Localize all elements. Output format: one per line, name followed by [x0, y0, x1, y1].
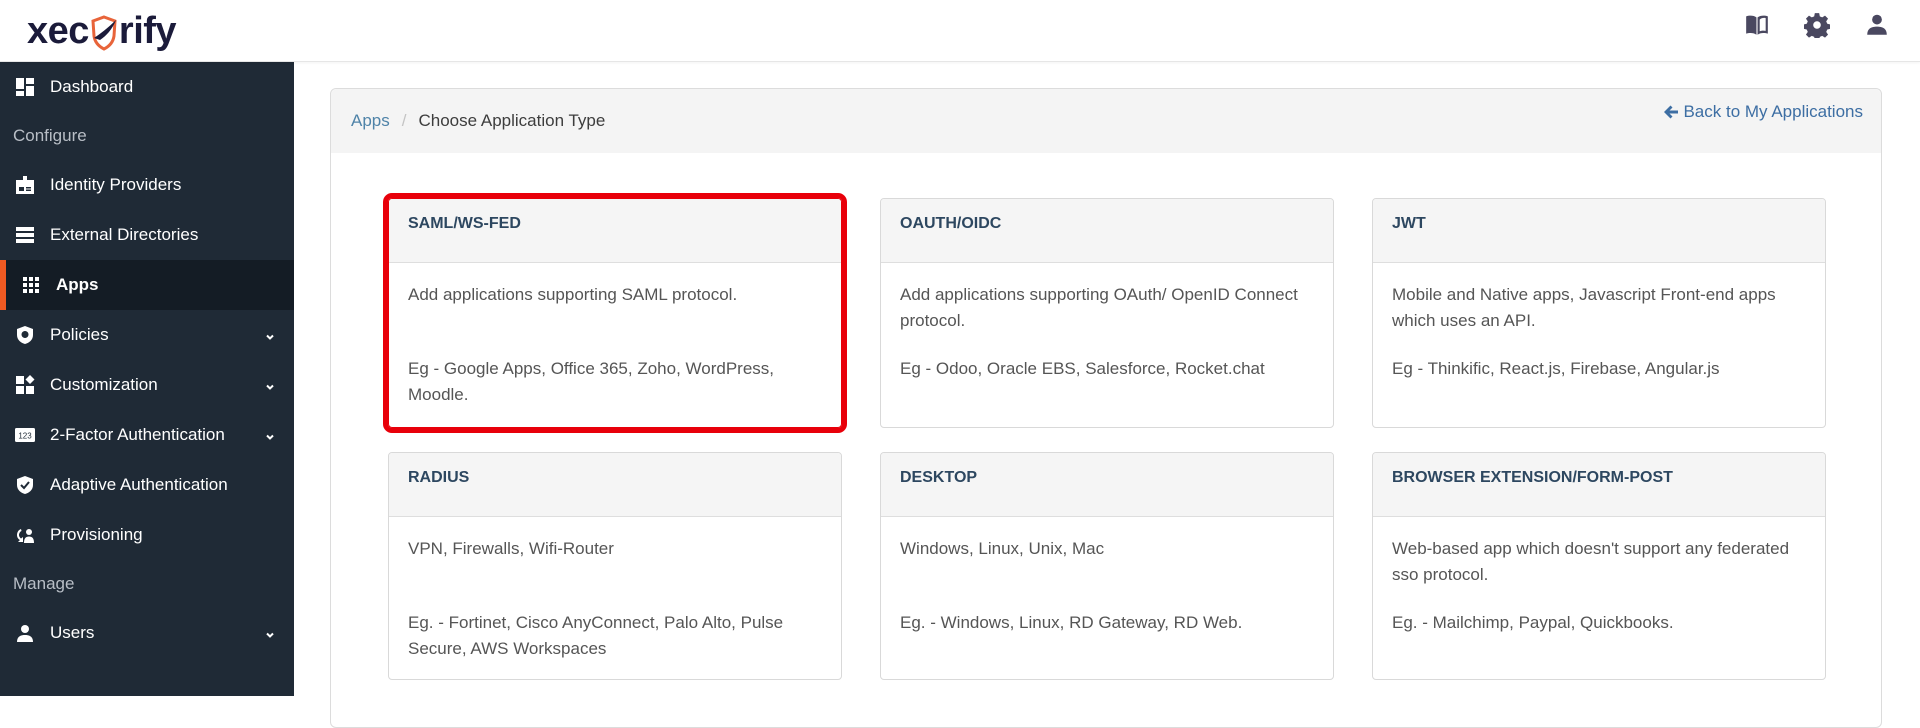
card-description: Windows, Linux, Unix, Mac	[900, 539, 1105, 558]
customize-icon	[14, 374, 36, 396]
choose-app-type-panel: Apps / Choose Application Type Back to M…	[330, 88, 1882, 728]
card-title: JWT	[1373, 199, 1825, 263]
svg-text:123: 123	[18, 432, 32, 441]
app-type-card-browser-extension[interactable]: BROWSER EXTENSION/FORM-POST Web-based ap…	[1372, 452, 1826, 680]
user-icon[interactable]	[1864, 12, 1890, 38]
card-title: BROWSER EXTENSION/FORM-POST	[1373, 453, 1825, 517]
server-icon	[14, 224, 36, 246]
card-description: VPN, Firewalls, Wifi-Router	[408, 539, 614, 558]
sidebar-item-policies[interactable]: Policies	[0, 310, 294, 360]
logo-text-start: xec	[27, 9, 89, 52]
sidebar-item-label: Customization	[50, 375, 158, 394]
card-examples: Eg - Google Apps, Office 365, Zoho, Word…	[408, 359, 775, 404]
book-icon[interactable]	[1744, 12, 1770, 38]
card-title: DESKTOP	[881, 453, 1333, 517]
main-content: Apps / Choose Application Type Back to M…	[294, 62, 1920, 728]
shield-check-icon	[14, 474, 36, 496]
sidebar-item-label: Policies	[50, 325, 109, 344]
logo-shield-icon	[90, 14, 118, 52]
user-sync-icon	[14, 524, 36, 546]
gear-icon[interactable]	[1804, 12, 1830, 38]
sidebar-item-customization[interactable]: Customization	[0, 360, 294, 410]
card-examples: Eg. - Windows, Linux, RD Gateway, RD Web…	[900, 613, 1243, 632]
sidebar-item-external-directories[interactable]: External Directories	[0, 210, 294, 260]
breadcrumb-apps-link[interactable]: Apps	[351, 111, 390, 131]
sidebar-item-label: Identity Providers	[50, 175, 182, 194]
shield-search-icon	[14, 324, 36, 346]
card-description: Add applications supporting OAuth/ OpenI…	[900, 285, 1298, 330]
sidebar: Dashboard Configure Identity Providers E…	[0, 62, 294, 696]
card-examples: Eg - Odoo, Oracle EBS, Salesforce, Rocke…	[900, 359, 1265, 378]
sidebar-item-label: Provisioning	[50, 525, 143, 544]
breadcrumb-current: Choose Application Type	[418, 111, 606, 130]
back-to-my-applications-link[interactable]: Back to My Applications	[1663, 102, 1863, 122]
sidebar-section-configure: Configure	[13, 126, 87, 145]
sidebar-item-2fa[interactable]: 123 2-Factor Authentication	[0, 410, 294, 460]
card-description: Add applications supporting SAML protoco…	[408, 285, 738, 304]
sidebar-item-label: Dashboard	[50, 77, 134, 96]
card-title: RADIUS	[389, 453, 841, 517]
sidebar-item-label: Apps	[56, 275, 99, 294]
sidebar-item-provisioning[interactable]: Provisioning	[0, 510, 294, 560]
top-header: xec rify	[0, 0, 1920, 62]
sidebar-item-label: 2-Factor Authentication	[50, 425, 225, 444]
card-description: Web-based app which doesn't support any …	[1392, 539, 1790, 584]
sidebar-item-label: External Directories	[50, 225, 199, 244]
user-icon	[14, 622, 36, 644]
sidebar-item-identity-providers[interactable]: Identity Providers	[0, 160, 294, 210]
numbers-123-icon: 123	[14, 424, 36, 446]
app-type-card-jwt[interactable]: JWT Mobile and Native apps, Javascript F…	[1372, 198, 1826, 428]
sidebar-item-label: Adaptive Authentication	[50, 475, 228, 494]
grid-icon	[20, 274, 42, 296]
dashboard-icon	[14, 76, 36, 98]
panel-header: Apps / Choose Application Type Back to M…	[331, 89, 1881, 153]
arrow-left-icon	[1664, 105, 1679, 119]
sidebar-item-adaptive-authentication[interactable]: Adaptive Authentication	[0, 460, 294, 510]
back-link-label: Back to My Applications	[1683, 102, 1863, 121]
breadcrumb-separator: /	[401, 111, 407, 130]
chevron-down-icon[interactable]	[264, 378, 276, 390]
card-examples: Eg. - Fortinet, Cisco AnyConnect, Palo A…	[408, 613, 784, 658]
chevron-down-icon[interactable]	[264, 428, 276, 440]
sidebar-item-apps[interactable]: Apps	[0, 260, 294, 310]
logo-text-end: rify	[118, 9, 177, 52]
card-title: SAML/WS-FED	[389, 199, 841, 263]
breadcrumb: Apps / Choose Application Type	[351, 111, 605, 131]
xecorify-logo[interactable]: xec rify	[27, 8, 177, 54]
sidebar-item-users[interactable]: Users	[0, 608, 294, 658]
chevron-down-icon[interactable]	[264, 626, 276, 638]
app-type-card-saml[interactable]: SAML/WS-FED Add applications supporting …	[383, 193, 847, 433]
card-title: OAUTH/OIDC	[881, 199, 1333, 263]
card-examples: Eg. - Mailchimp, Paypal, Quickbooks.	[1392, 613, 1674, 632]
app-type-card-radius[interactable]: RADIUS VPN, Firewalls, Wifi-Router Eg. -…	[388, 452, 842, 680]
id-badge-icon	[14, 174, 36, 196]
app-type-card-oauth[interactable]: OAUTH/OIDC Add applications supporting O…	[880, 198, 1334, 428]
sidebar-section-manage: Manage	[13, 574, 75, 593]
sidebar-item-dashboard[interactable]: Dashboard	[0, 62, 294, 112]
card-examples: Eg - Thinkific, React.js, Firebase, Angu…	[1392, 359, 1720, 378]
app-type-card-desktop[interactable]: DESKTOP Windows, Linux, Unix, Mac Eg. - …	[880, 452, 1334, 680]
card-description: Mobile and Native apps, Javascript Front…	[1392, 285, 1776, 330]
chevron-down-icon[interactable]	[264, 328, 276, 340]
sidebar-item-label: Users	[50, 623, 95, 642]
